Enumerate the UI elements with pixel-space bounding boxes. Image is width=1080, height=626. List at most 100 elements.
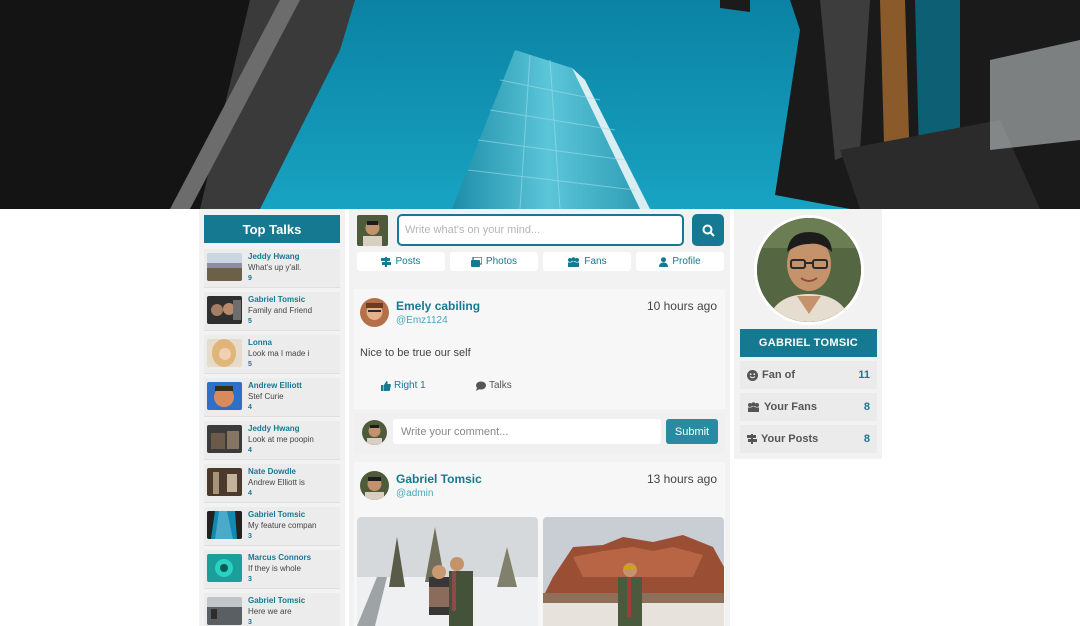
avatar[interactable] — [360, 471, 389, 500]
tab-profile-label: Profile — [672, 256, 701, 267]
talk-count: 3 — [248, 533, 252, 540]
avatar — [357, 215, 388, 246]
talk-thumbnail — [207, 296, 242, 324]
top-talks-panel: Top Talks Jeddy Hwang What's up y'all. 9… — [199, 209, 345, 626]
thumbs-up-icon — [381, 380, 391, 391]
talk-count: 3 — [248, 576, 252, 583]
talk-author[interactable]: Gabriel Tomsic — [248, 510, 305, 519]
post-author[interactable]: Gabriel Tomsic — [396, 472, 482, 486]
talk-thumbnail — [207, 425, 242, 453]
post-text: Nice to be true our self — [360, 347, 471, 359]
talk-item[interactable]: Nate Dowdle Andrew Elliott is 4 — [204, 464, 340, 503]
talk-thumbnail — [207, 253, 242, 281]
comment-box: Submit — [354, 413, 725, 453]
talk-message: Andrew Elliott is — [248, 478, 305, 487]
talk-message: If they is whole — [248, 564, 301, 573]
talk-thumbnail — [207, 382, 242, 410]
talk-item[interactable]: Andrew Elliott Stef Curie 4 — [204, 378, 340, 417]
talk-thumbnail — [207, 554, 242, 582]
tab-posts[interactable]: Posts — [357, 252, 445, 271]
talk-count: 5 — [248, 361, 252, 368]
user-icon — [659, 256, 669, 267]
tab-profile[interactable]: Profile — [636, 252, 724, 271]
compose-box: Posts Photos Fans Profile — [349, 209, 730, 279]
talk-item[interactable]: Jeddy Hwang Look at me poopin 4 — [204, 421, 340, 460]
post-photo[interactable] — [357, 517, 538, 626]
post-input[interactable] — [397, 214, 684, 246]
tab-fans[interactable]: Fans — [543, 252, 631, 271]
users-icon — [748, 402, 759, 412]
talks-button[interactable]: Talks — [476, 380, 512, 391]
smile-icon — [747, 369, 758, 381]
avatar — [362, 420, 387, 445]
talk-count: 4 — [248, 447, 252, 454]
talk-author[interactable]: Gabriel Tomsic — [248, 596, 305, 605]
talk-thumbnail — [207, 468, 242, 496]
talk-item[interactable]: Marcus Connors If they is whole 3 — [204, 550, 340, 589]
tab-posts-label: Posts — [395, 256, 421, 267]
talk-thumbnail — [207, 339, 242, 367]
talk-message: Look ma I made i — [248, 349, 310, 358]
post-handle[interactable]: @admin — [396, 488, 433, 499]
talk-message: Look at me poopin — [248, 435, 314, 444]
talk-item[interactable]: Gabriel Tomsic My feature compan 3 — [204, 507, 340, 546]
avatar[interactable] — [360, 298, 389, 327]
photos-icon — [470, 256, 482, 267]
stat-value: 8 — [863, 401, 870, 413]
like-label: Right 1 — [394, 380, 426, 391]
tab-photos[interactable]: Photos — [450, 252, 538, 271]
tab-fans-label: Fans — [584, 256, 607, 267]
top-talks-title: Top Talks — [204, 215, 340, 243]
talk-item[interactable]: Jeddy Hwang What's up y'all. 9 — [204, 249, 340, 288]
feed-column: Posts Photos Fans Profile Emely cabiling… — [349, 209, 730, 626]
talk-count: 4 — [248, 490, 252, 497]
talk-message: What's up y'all. — [248, 263, 302, 272]
talk-author[interactable]: Nate Dowdle — [248, 467, 296, 476]
post-photo[interactable] — [543, 517, 724, 626]
stat-value: 11 — [858, 369, 870, 381]
comment-input[interactable] — [393, 419, 661, 444]
stat-label: Your Posts — [761, 433, 819, 445]
talk-author[interactable]: Jeddy Hwang — [248, 424, 300, 433]
profile-panel: GABRIEL TOMSIC Fan of 11 Your Fans 8 You… — [734, 209, 882, 459]
cover-photo — [0, 0, 1080, 209]
stat-label: Fan of — [762, 369, 795, 381]
talk-thumbnail — [207, 511, 242, 539]
search-icon — [702, 224, 715, 237]
talk-count: 5 — [248, 318, 252, 325]
signpost-icon — [381, 256, 392, 267]
stat-label: Your Fans — [764, 401, 817, 413]
stat-your-fans[interactable]: Your Fans 8 — [740, 393, 877, 421]
talk-author[interactable]: Jeddy Hwang — [248, 252, 300, 261]
tab-photos-label: Photos — [485, 256, 518, 267]
talk-count: 4 — [248, 404, 252, 411]
talk-message: My feature compan — [248, 521, 317, 530]
signpost-icon — [747, 434, 757, 444]
talk-item[interactable]: Lonna Look ma I made i 5 — [204, 335, 340, 374]
submit-button[interactable]: Submit — [666, 419, 718, 444]
talk-message: Here we are — [248, 607, 292, 616]
talk-item[interactable]: Gabriel Tomsic Family and Friend 5 — [204, 292, 340, 331]
profile-name[interactable]: GABRIEL TOMSIC — [740, 329, 877, 357]
talk-author[interactable]: Marcus Connors — [248, 553, 311, 562]
talk-author[interactable]: Andrew Elliott — [248, 381, 302, 390]
post-timestamp: 13 hours ago — [646, 472, 717, 486]
post-handle[interactable]: @Emz1124 — [396, 315, 448, 326]
post-card: Emely cabiling @Emz1124 10 hours ago Nic… — [354, 289, 725, 409]
comment-icon — [476, 381, 486, 391]
users-icon — [568, 256, 580, 267]
stat-your-posts[interactable]: Your Posts 8 — [740, 425, 877, 453]
talk-count: 3 — [248, 619, 252, 626]
talk-thumbnail — [207, 597, 242, 625]
post-timestamp: 10 hours ago — [646, 299, 717, 313]
post-author[interactable]: Emely cabiling — [396, 299, 480, 313]
talk-author[interactable]: Gabriel Tomsic — [248, 295, 305, 304]
search-button[interactable] — [692, 214, 724, 246]
profile-avatar[interactable] — [754, 215, 864, 325]
like-button[interactable]: Right 1 — [381, 380, 426, 391]
talk-count: 9 — [248, 275, 252, 282]
talk-author[interactable]: Lonna — [248, 338, 272, 347]
talk-item[interactable]: Gabriel Tomsic Here we are 3 — [204, 593, 340, 626]
talk-message: Stef Curie — [248, 392, 284, 401]
stat-fan-of[interactable]: Fan of 11 — [740, 361, 877, 389]
